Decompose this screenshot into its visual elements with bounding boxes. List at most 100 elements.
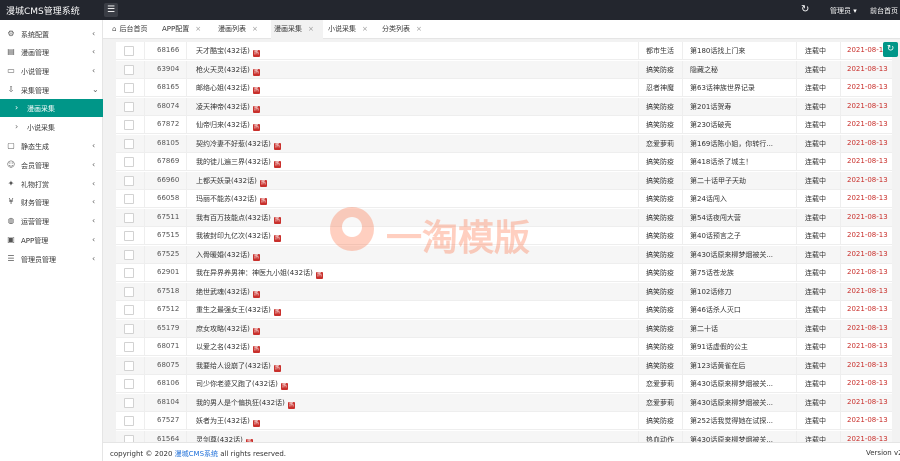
row-checkbox[interactable] bbox=[124, 323, 134, 334]
tab[interactable]: 漫画列表 × bbox=[215, 20, 269, 39]
row-date: 2021-08-13 bbox=[847, 397, 888, 406]
row-category: 搞笑防疫 bbox=[646, 269, 674, 277]
close-icon[interactable]: × bbox=[416, 25, 422, 33]
row-title[interactable]: 邮络心姐(432话) 热 bbox=[196, 83, 260, 94]
tab[interactable]: APP配置 × bbox=[159, 20, 213, 39]
row-latest-chapter: 第54话夜闯大营 bbox=[690, 213, 741, 222]
row-title[interactable]: 上都天妖录(432话) 热 bbox=[196, 176, 267, 187]
refresh-icon[interactable]: ↻ bbox=[883, 42, 898, 57]
file-icon: ▢ bbox=[7, 141, 15, 150]
sidebar-item[interactable]: ▣ APP管理 ‹ bbox=[0, 231, 103, 249]
row-latest-chapter: 第230话破壳 bbox=[690, 121, 732, 129]
row-title[interactable]: 入骨暖婚(432话) 热 bbox=[196, 250, 260, 261]
row-title[interactable]: 仙帝归来(432话) 热 bbox=[196, 120, 260, 131]
row-title[interactable]: 枪火天灵(432话) 热 bbox=[196, 65, 260, 76]
table-row: 67527 妖者为王(432话) 热 搞笑防疫 第252话我觉得她在试探... 连载中 20… bbox=[116, 412, 892, 430]
row-title[interactable]: 我有百万技能点(432话) 热 bbox=[196, 213, 281, 224]
row-title[interactable]: 我的男人是个偏执狂(432话) 热 bbox=[196, 398, 295, 409]
sidebar-item[interactable]: ▢ 静态生成 ‹ bbox=[0, 137, 103, 155]
row-status: 连载中 bbox=[805, 250, 826, 259]
row-checkbox[interactable] bbox=[124, 157, 134, 167]
row-title[interactable]: 契约冷妻不好惹(432话) 热 bbox=[196, 139, 281, 150]
row-title[interactable]: 司少你老婆又跑了(432话) 热 bbox=[196, 379, 288, 390]
row-checkbox[interactable] bbox=[124, 175, 134, 186]
tab[interactable]: 分类列表 × bbox=[379, 20, 435, 39]
row-latest-chapter: 第252话我觉得她在试探... bbox=[690, 417, 774, 425]
sidebar-item[interactable]: ¥ 财务管理 ‹ bbox=[0, 193, 103, 211]
tab[interactable]: 小说采集 × bbox=[325, 20, 377, 39]
row-checkbox[interactable] bbox=[124, 212, 134, 223]
close-icon[interactable]: × bbox=[362, 25, 368, 33]
row-checkbox[interactable] bbox=[124, 64, 134, 75]
sidebar-item[interactable]: 小说采集 › bbox=[0, 118, 103, 136]
row-checkbox[interactable] bbox=[124, 305, 134, 315]
globe-icon: ◍ bbox=[7, 216, 15, 225]
row-checkbox[interactable] bbox=[124, 46, 134, 56]
row-checkbox[interactable] bbox=[124, 286, 134, 297]
row-title[interactable]: 我在异界养男神：神医九小姐(432话) 热 bbox=[196, 268, 323, 279]
row-title[interactable]: 凌天神帝(432话) 热 bbox=[196, 102, 260, 113]
row-checkbox[interactable] bbox=[124, 138, 134, 149]
row-checkbox[interactable] bbox=[124, 434, 134, 442]
front-page-link[interactable]: 前台首页 bbox=[870, 6, 898, 16]
row-status: 连载中 bbox=[805, 195, 826, 203]
sidebar-item[interactable]: ⚙ 系统配置 ‹ bbox=[0, 25, 103, 43]
admin-menu[interactable]: 管理员 ▾ bbox=[830, 6, 857, 16]
hot-badge: 热 bbox=[252, 327, 260, 335]
row-title[interactable]: 玛丽不能苏(432话) 热 bbox=[196, 194, 267, 205]
table-row: 67525 入骨暖婚(432话) 热 搞笑防疫 第430话原来柳梦烟被关... 连载中 20… bbox=[116, 245, 892, 264]
row-date: 2021-08-13 bbox=[847, 194, 888, 202]
menu-icon[interactable]: ☰ bbox=[104, 3, 118, 17]
row-checkbox[interactable] bbox=[124, 342, 134, 352]
sidebar-item[interactable]: ☰ 管理员管理 ‹ bbox=[0, 250, 103, 268]
row-checkbox[interactable] bbox=[124, 416, 134, 426]
sidebar-item[interactable]: ◍ 运营管理 ‹ bbox=[0, 212, 103, 230]
hot-badge: 热 bbox=[273, 216, 281, 224]
row-latest-chapter: 第40话预言之子 bbox=[690, 232, 741, 240]
sidebar-item[interactable]: 漫画采集 › bbox=[0, 99, 103, 117]
row-checkbox[interactable] bbox=[124, 120, 134, 130]
row-title[interactable]: 天才酷宝(432话) 热 bbox=[196, 46, 260, 57]
sidebar-item[interactable]: ✦ 礼物打赏 ‹ bbox=[0, 175, 103, 193]
row-latest-chapter: 第二十话 bbox=[690, 324, 718, 333]
row-title[interactable]: 灵剑尊(432话) 热 bbox=[196, 435, 253, 442]
table-row: 68071 以爱之名(432话) 热 搞笑防疫 第91话虚假的公主 连载中 2021-08-… bbox=[116, 338, 892, 356]
row-checkbox[interactable] bbox=[124, 231, 134, 241]
hot-badge: 热 bbox=[273, 235, 281, 242]
close-icon[interactable]: × bbox=[252, 25, 258, 33]
row-checkbox[interactable] bbox=[124, 101, 134, 112]
row-checkbox[interactable] bbox=[124, 268, 134, 278]
tab[interactable]: ⌂ 后台首页 bbox=[109, 20, 157, 39]
refresh-icon[interactable]: ↻ bbox=[801, 3, 809, 17]
sidebar-item[interactable]: ⇩ 采集管理 ⌄ bbox=[0, 81, 103, 99]
row-checkbox[interactable] bbox=[124, 379, 134, 389]
sidebar-item-label: 系统配置 bbox=[21, 31, 49, 39]
hot-badge: 热 bbox=[252, 290, 260, 298]
row-checkbox[interactable] bbox=[124, 249, 134, 260]
admin-icon: ☰ bbox=[7, 254, 15, 263]
row-checkbox[interactable] bbox=[124, 194, 134, 204]
row-checkbox[interactable] bbox=[124, 397, 134, 408]
row-title[interactable]: 以爱之名(432话) 热 bbox=[196, 342, 260, 353]
row-title[interactable]: 我被封印九亿次(432话) 热 bbox=[196, 231, 281, 242]
row-title[interactable]: 绝世武魂(432话) 热 bbox=[196, 287, 260, 298]
row-title[interactable]: 庶女攻略(432话) 热 bbox=[196, 324, 260, 335]
row-title[interactable]: 重生之最强女王(432话) 热 bbox=[196, 305, 281, 316]
sidebar-item[interactable]: ☺ 会员管理 ‹ bbox=[0, 156, 103, 174]
close-icon[interactable]: × bbox=[195, 25, 201, 33]
close-icon[interactable]: × bbox=[308, 25, 314, 33]
row-title[interactable]: 妖者为王(432话) 热 bbox=[196, 416, 260, 427]
hot-badge: 热 bbox=[252, 50, 260, 57]
sidebar-item[interactable]: ▤ 漫画管理 ‹ bbox=[0, 43, 103, 61]
copyright-brand-link[interactable]: 漫城CMS系统 bbox=[175, 450, 218, 458]
row-title[interactable]: 我的徒儿遍三界(432话) 热 bbox=[196, 157, 281, 168]
tab[interactable]: 漫画采集 × bbox=[271, 20, 323, 39]
row-checkbox[interactable] bbox=[124, 360, 134, 371]
row-title[interactable]: 我要给人设崩了(432话) 热 bbox=[196, 361, 281, 372]
app-title: 漫城CMS管理系统 bbox=[6, 7, 80, 17]
row-status: 连载中 bbox=[805, 361, 826, 370]
row-checkbox[interactable] bbox=[124, 83, 134, 93]
table-row: 68165 邮络心姐(432话) 热 忍者神魔 第63话神族世界记录 连载中 2021-08… bbox=[116, 79, 892, 97]
sidebar-item[interactable]: ▭ 小说管理 ‹ bbox=[0, 62, 103, 80]
sidebar-item-label: 财务管理 bbox=[21, 199, 49, 207]
